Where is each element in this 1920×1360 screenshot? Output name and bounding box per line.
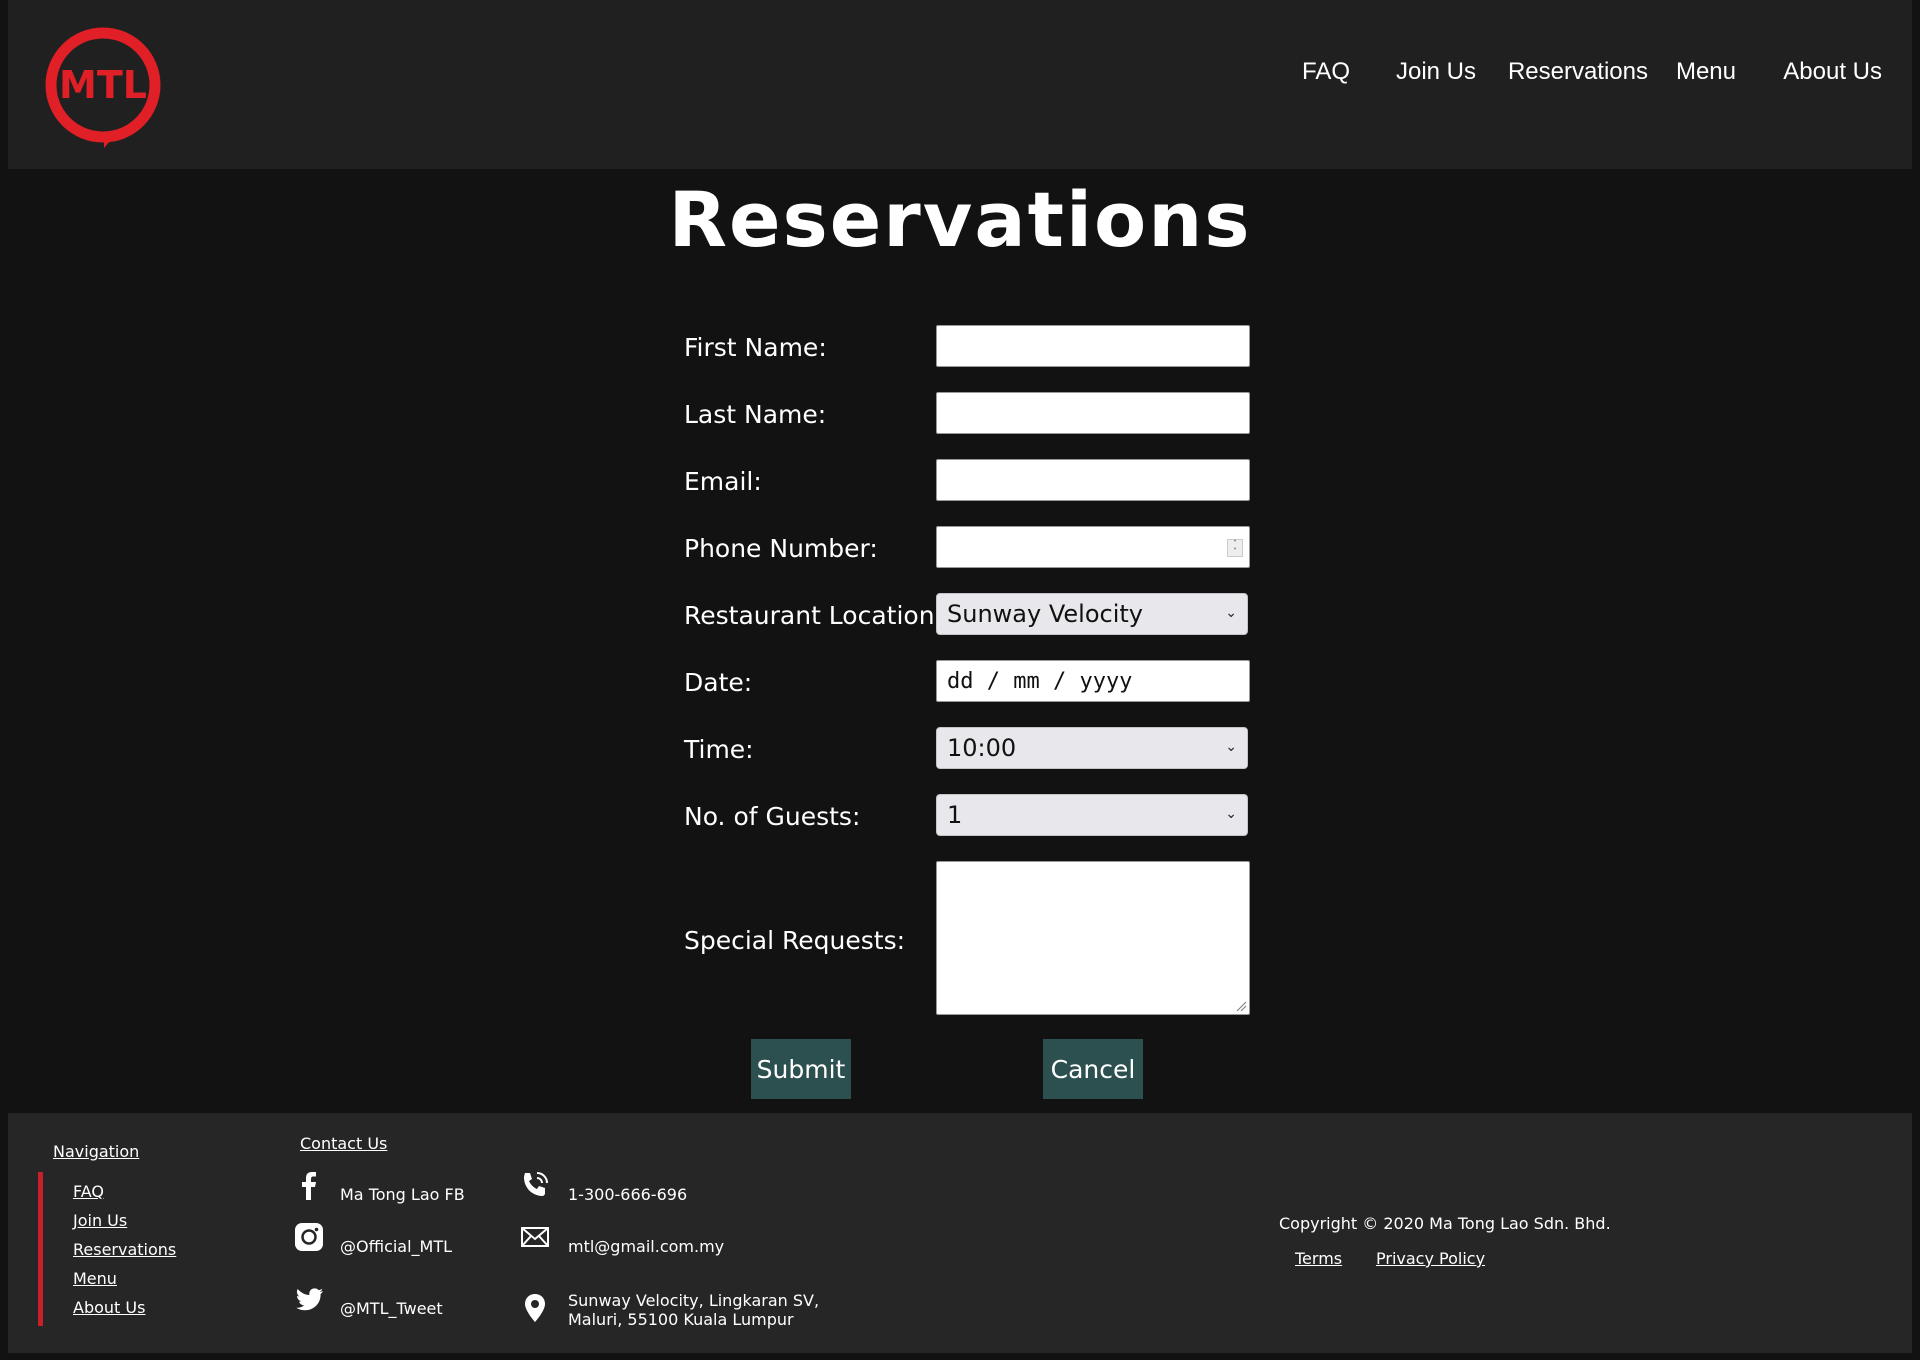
- footer-nav-heading[interactable]: Navigation: [53, 1142, 139, 1161]
- date-input[interactable]: dd / mm / yyyy: [936, 660, 1250, 702]
- nav-link-menu[interactable]: Menu: [1676, 58, 1736, 86]
- footer-link-menu[interactable]: Menu: [73, 1269, 117, 1288]
- date-placeholder: dd / mm / yyyy: [947, 668, 1133, 694]
- last-name-input[interactable]: [936, 392, 1250, 434]
- number-spinner[interactable]: ˄ ˅: [1227, 539, 1243, 557]
- nav-link-about-us[interactable]: About Us: [1783, 58, 1882, 86]
- location-select-value: Sunway Velocity: [947, 600, 1143, 628]
- special-requests-textarea[interactable]: [936, 861, 1250, 1015]
- resize-grip-icon[interactable]: [1235, 1000, 1247, 1012]
- page-title: Reservations: [668, 175, 1252, 264]
- phone-icon: [524, 1172, 548, 1196]
- date-label: Date:: [684, 668, 753, 697]
- site-header: MTL FAQ Join Us Reservations Menu About …: [8, 0, 1912, 169]
- instagram-handle[interactable]: @Official_MTL: [340, 1237, 452, 1256]
- contact-phone[interactable]: 1-300-666-696: [568, 1185, 687, 1204]
- terms-link[interactable]: Terms: [1295, 1249, 1342, 1268]
- site-footer: Navigation FAQ Join Us Reservations Menu…: [8, 1113, 1912, 1353]
- nav-link-reservations[interactable]: Reservations: [1508, 58, 1648, 86]
- time-label: Time:: [684, 735, 754, 764]
- email-label: Email:: [684, 467, 762, 496]
- email-input[interactable]: [936, 459, 1250, 501]
- twitter-icon[interactable]: [294, 1285, 324, 1315]
- footer-contact-heading[interactable]: Contact Us: [300, 1134, 387, 1153]
- time-select-value: 10:00: [947, 734, 1017, 762]
- twitter-handle[interactable]: @MTL_Tweet: [340, 1299, 443, 1318]
- phone-number-input[interactable]: ˄ ˅: [936, 526, 1250, 568]
- nav-link-join-us[interactable]: Join Us: [1396, 58, 1476, 86]
- contact-address-line2: Maluri, 55100 Kuala Lumpur: [568, 1310, 794, 1329]
- footer-nav-accent-bar: [38, 1172, 43, 1326]
- chevron-down-icon: ⌄: [1225, 605, 1237, 621]
- first-name-label: First Name:: [684, 333, 827, 362]
- footer-link-join-us[interactable]: Join Us: [73, 1211, 127, 1230]
- cancel-button[interactable]: Cancel: [1043, 1039, 1143, 1099]
- footer-link-reservations[interactable]: Reservations: [73, 1240, 176, 1259]
- location-label: Restaurant Location:: [684, 601, 943, 630]
- guests-label: No. of Guests:: [684, 802, 861, 831]
- location-select[interactable]: Sunway Velocity ⌄: [936, 593, 1248, 635]
- mtl-logo[interactable]: MTL: [38, 20, 168, 150]
- svg-text:MTL: MTL: [59, 63, 147, 107]
- envelope-icon: [521, 1227, 549, 1247]
- location-pin-icon: [525, 1294, 545, 1322]
- facebook-icon[interactable]: [294, 1170, 324, 1200]
- copyright-text: Copyright © 2020 Ma Tong Lao Sdn. Bhd.: [1279, 1214, 1611, 1233]
- facebook-handle[interactable]: Ma Tong Lao FB: [340, 1185, 465, 1204]
- guests-select-value: 1: [947, 801, 963, 829]
- chevron-down-icon: ⌄: [1225, 806, 1237, 822]
- footer-link-faq[interactable]: FAQ: [73, 1182, 104, 1201]
- nav-link-faq[interactable]: FAQ: [1302, 58, 1350, 86]
- time-select[interactable]: 10:00 ⌄: [936, 727, 1248, 769]
- footer-link-about-us[interactable]: About Us: [73, 1298, 145, 1317]
- special-requests-label: Special Requests:: [684, 926, 906, 955]
- submit-button[interactable]: Submit: [751, 1039, 851, 1099]
- phone-label: Phone Number:: [684, 534, 878, 563]
- instagram-icon[interactable]: [294, 1222, 324, 1252]
- first-name-input[interactable]: [936, 325, 1250, 367]
- contact-address-line1: Sunway Velocity, Lingkaran SV,: [568, 1291, 820, 1310]
- privacy-policy-link[interactable]: Privacy Policy: [1376, 1249, 1485, 1268]
- guests-select[interactable]: 1 ⌄: [936, 794, 1248, 836]
- chevron-down-icon: ⌄: [1225, 739, 1237, 755]
- contact-email[interactable]: mtl@gmail.com.my: [568, 1237, 724, 1256]
- last-name-label: Last Name:: [684, 400, 827, 429]
